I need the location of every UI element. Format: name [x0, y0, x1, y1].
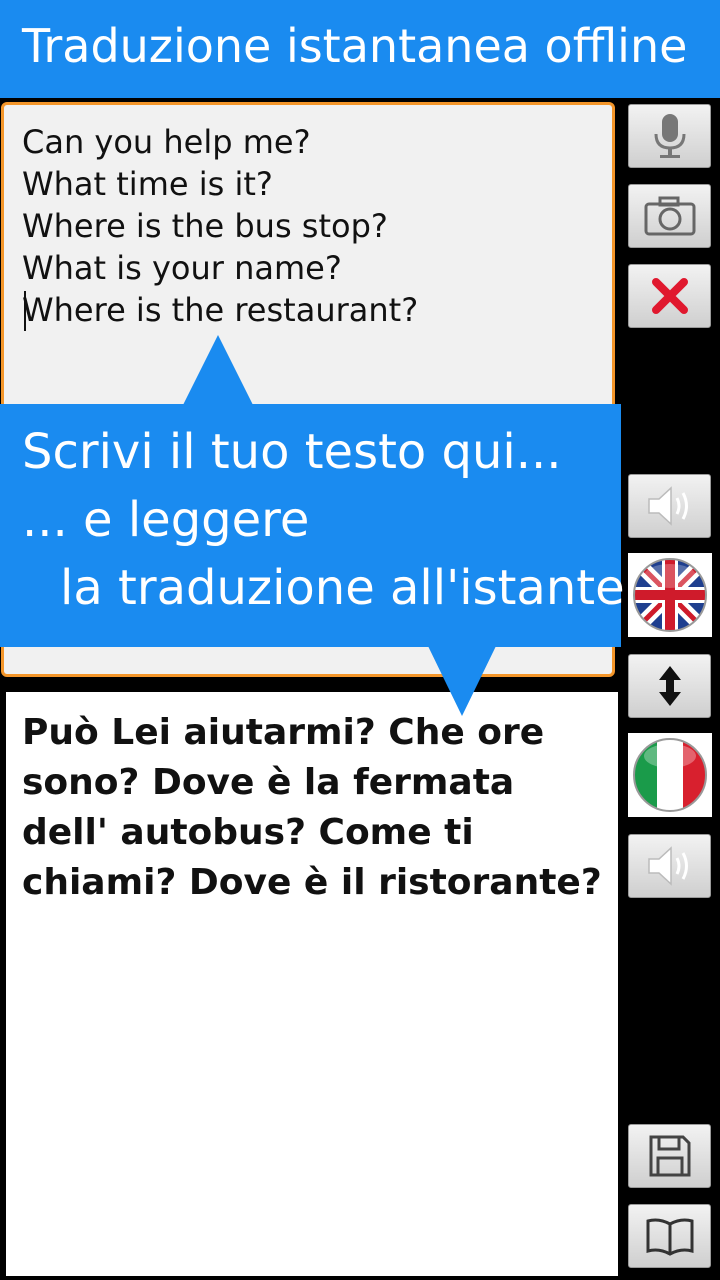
clear-button[interactable]: [628, 264, 711, 328]
save-button[interactable]: [628, 1124, 711, 1188]
microphone-button[interactable]: [628, 104, 711, 168]
text-cursor: [24, 291, 26, 331]
microphone-icon: [654, 114, 685, 158]
speak-translation-button[interactable]: [628, 834, 711, 898]
italy-flag-icon: [633, 738, 707, 812]
source-text[interactable]: Can you help me? What time is it? Where …: [22, 121, 418, 331]
tooltip-line: Scrivi il tuo testo qui...: [22, 424, 562, 480]
tooltip-pointer-up: [183, 335, 253, 405]
source-line: Where is the bus stop?: [22, 207, 388, 245]
swap-vertical-icon: [658, 666, 681, 706]
camera-button[interactable]: [628, 184, 711, 248]
source-line: What is your name?: [22, 249, 342, 287]
phrasebook-button[interactable]: [628, 1204, 711, 1268]
source-line: What time is it?: [22, 165, 273, 203]
tooltip-line: la traduzione all'istante!: [60, 560, 644, 616]
app-title: Traduzione istantanea offline: [22, 19, 688, 73]
swap-languages-button[interactable]: [628, 654, 711, 718]
save-icon: [649, 1135, 690, 1177]
speak-source-button[interactable]: [628, 474, 711, 538]
book-icon: [646, 1218, 693, 1256]
uk-flag-icon: [633, 558, 707, 632]
source-line: Can you help me?: [22, 123, 311, 161]
speaker-icon: [647, 846, 688, 886]
close-icon: [651, 278, 688, 314]
app-header: Traduzione istantanea offline: [0, 0, 720, 98]
camera-icon: [644, 196, 695, 236]
tooltip-line: ... e leggere: [22, 492, 310, 548]
translation-output: Può Lei aiutarmi? Che ore sono? Dove è l…: [6, 692, 618, 1276]
translation-text: Può Lei aiutarmi? Che ore sono? Dove è l…: [22, 712, 602, 903]
source-line: Where is the restaurant?: [22, 291, 419, 329]
tooltip-pointer-down: [428, 646, 496, 716]
target-language-button[interactable]: [628, 733, 712, 817]
speaker-icon: [647, 486, 688, 526]
source-language-button[interactable]: [628, 553, 712, 637]
